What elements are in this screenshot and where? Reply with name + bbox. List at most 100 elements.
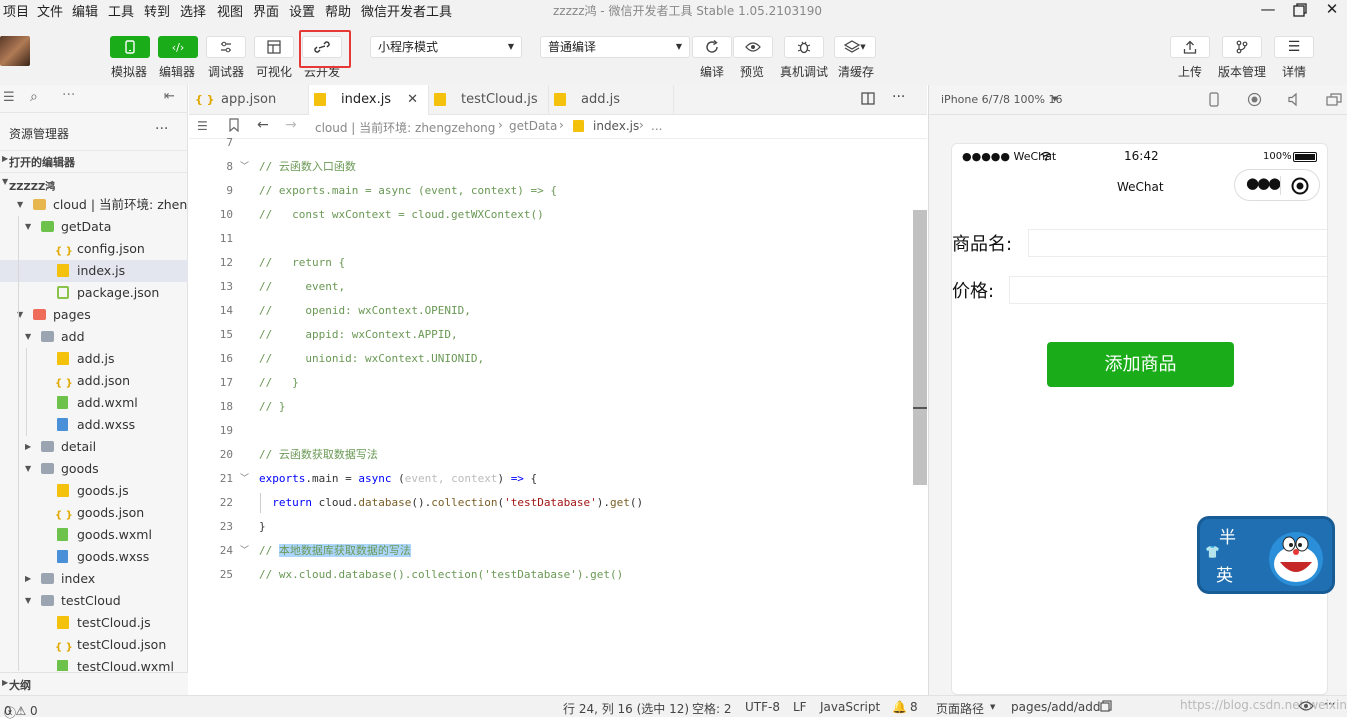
language-mode[interactable]: JavaScript xyxy=(820,700,880,714)
menu-goto[interactable]: 转到 xyxy=(144,1,170,20)
device-debug-button[interactable] xyxy=(784,36,824,58)
simulator-toggle-button[interactable] xyxy=(110,36,150,58)
menu-project[interactable]: 项目 xyxy=(3,1,29,20)
tree-item[interactable]: add.js xyxy=(0,348,188,370)
chevron-down-icon[interactable]: ▼ xyxy=(17,194,23,216)
tree-item[interactable]: ▶ detail xyxy=(0,436,188,458)
tree-item[interactable]: testCloud.wxml xyxy=(0,656,188,671)
cursor-position[interactable]: 行 24, 列 16 (选中 12) xyxy=(563,700,689,717)
tree-item[interactable]: add.wxml xyxy=(0,392,188,414)
tree-item[interactable]: ▼ getData xyxy=(0,216,188,238)
code-editor[interactable]: 7 8 ﹀ // 云函数入口函数 9 // exports.main = async (e… xyxy=(189,136,927,695)
fold-chevron-icon[interactable]: ﹀ xyxy=(240,539,249,563)
mode-select[interactable]: 小程序模式 ▼ xyxy=(370,36,522,58)
tree-item[interactable]: ▼ pages xyxy=(0,304,188,326)
bell-icon[interactable]: 🔔 xyxy=(892,700,907,714)
tree-item[interactable]: ▼ testCloud xyxy=(0,590,188,612)
phone-outline-icon[interactable] xyxy=(1209,92,1219,110)
tree-item[interactable]: { } add.json xyxy=(0,370,188,392)
tree-item[interactable]: ▼ goods xyxy=(0,458,188,480)
maximize-icon[interactable] xyxy=(1285,0,1315,20)
tab-app-json[interactable]: { } app.json xyxy=(189,85,309,115)
indent-spaces[interactable]: 空格: 2 xyxy=(692,700,732,717)
debugger-toggle-button[interactable] xyxy=(206,36,246,58)
split-editor-icon[interactable] xyxy=(861,91,875,109)
tree-item[interactable]: goods.wxml xyxy=(0,524,188,546)
tree-item[interactable]: ▼ cloud | 当前环境: zhen... xyxy=(0,194,188,216)
menu-tools[interactable]: 工具 xyxy=(108,1,134,20)
project-section[interactable]: ▼ ZZZZZ鸿 xyxy=(0,172,188,194)
chevron-down-icon[interactable]: ▼ xyxy=(25,216,31,238)
version-mgmt-button[interactable] xyxy=(1222,36,1262,58)
editor-more-icon[interactable]: ··· xyxy=(892,89,905,105)
tab-index-js[interactable]: index.js ✕ xyxy=(309,85,429,115)
menu-interface[interactable]: 界面 xyxy=(253,1,279,20)
collapse-sidebar-icon[interactable]: ⇤ xyxy=(164,89,175,104)
tree-item-label: testCloud.wxml xyxy=(77,659,174,671)
fold-chevron-icon[interactable]: ﹀ xyxy=(240,155,249,179)
compile-button[interactable] xyxy=(692,36,732,58)
tree-item[interactable]: { } config.json xyxy=(0,238,188,260)
preview-button[interactable] xyxy=(733,36,773,58)
clear-cache-button[interactable]: ▼ xyxy=(834,36,876,58)
chevron-down-icon[interactable]: ▼ xyxy=(25,458,31,480)
open-editors-section[interactable]: ▶ 打开的编辑器 xyxy=(0,150,188,172)
explorer-more-icon[interactable]: ··· xyxy=(155,121,168,137)
editor-toggle-button[interactable]: ‹/› xyxy=(158,36,198,58)
file-encoding[interactable]: UTF-8 xyxy=(745,700,780,714)
tree-item[interactable]: add.wxss xyxy=(0,414,188,436)
chevron-right-icon[interactable]: ▶ xyxy=(25,568,31,590)
tree-item[interactable]: ▼ add xyxy=(0,326,188,348)
floating-badge[interactable]: 半 英 👕 xyxy=(1197,516,1335,594)
chevron-down-icon[interactable]: ▼ xyxy=(25,326,31,348)
tree-item[interactable]: index.js xyxy=(0,260,188,282)
more-icon[interactable]: ··· xyxy=(62,87,75,103)
end-of-line[interactable]: LF xyxy=(793,700,807,714)
device-select[interactable]: iPhone 6/7/8 100% 16 xyxy=(941,93,1062,106)
capsule-menu[interactable]: ●●● xyxy=(1234,169,1320,201)
upload-button[interactable] xyxy=(1170,36,1210,58)
editor-scrollbar[interactable] xyxy=(913,210,927,485)
price-input[interactable] xyxy=(1009,276,1327,304)
menu-select[interactable]: 选择 xyxy=(180,1,206,20)
visual-toggle-button[interactable] xyxy=(254,36,294,58)
menu-settings[interactable]: 设置 xyxy=(289,1,315,20)
menu-file[interactable]: 文件 xyxy=(37,1,63,20)
outline-section[interactable]: ▶ 大纲 xyxy=(0,672,188,695)
menu-help[interactable]: 帮助 xyxy=(325,1,351,20)
eye-icon[interactable] xyxy=(1298,700,1314,715)
copy-icon[interactable] xyxy=(1100,700,1112,715)
search-icon[interactable]: ⌕ xyxy=(30,89,38,105)
tree-item[interactable]: ▶ index xyxy=(0,568,188,590)
add-product-button[interactable]: 添加商品 xyxy=(1047,342,1234,387)
close-tab-icon[interactable]: ✕ xyxy=(407,85,418,115)
menu-wechat-devtools[interactable]: 微信开发者工具 xyxy=(361,1,452,20)
avatar[interactable] xyxy=(0,36,30,66)
volume-icon[interactable] xyxy=(1287,92,1302,110)
tree-item[interactable]: { } goods.json xyxy=(0,502,188,524)
capsule-more-icon[interactable]: ●●● xyxy=(1246,174,1281,192)
capsule-close-icon[interactable] xyxy=(1291,177,1309,198)
menu-edit[interactable]: 编辑 xyxy=(72,1,98,20)
tree-item[interactable]: goods.wxss xyxy=(0,546,188,568)
chevron-right-icon[interactable]: ▶ xyxy=(25,436,31,458)
menu-view[interactable]: 视图 xyxy=(217,1,243,20)
page-path-label[interactable]: 页面路径 xyxy=(936,700,984,717)
list-icon[interactable]: ☰ xyxy=(3,90,15,105)
compile-mode-select[interactable]: 普通编译 ▼ xyxy=(540,36,690,58)
minimize-icon[interactable]: — xyxy=(1253,0,1283,20)
chevron-down-icon[interactable]: ▼ xyxy=(25,590,31,612)
fold-chevron-icon[interactable]: ﹀ xyxy=(240,467,249,491)
tree-item[interactable]: { } testCloud.json xyxy=(0,634,188,656)
tab-testcloud-js[interactable]: testCloud.js xyxy=(429,85,549,115)
more-icon[interactable]: ··· xyxy=(1324,697,1335,711)
product-name-input[interactable] xyxy=(1028,229,1327,257)
tree-item[interactable]: testCloud.js xyxy=(0,612,188,634)
details-button[interactable]: ☰ xyxy=(1274,36,1314,58)
record-icon[interactable] xyxy=(1247,92,1262,110)
tree-item[interactable]: goods.js xyxy=(0,480,188,502)
detach-window-icon[interactable] xyxy=(1326,92,1342,110)
close-window-icon[interactable]: ✕ xyxy=(1317,0,1347,20)
tab-add-js[interactable]: add.js xyxy=(549,85,674,115)
tree-item[interactable]: package.json xyxy=(0,282,188,304)
